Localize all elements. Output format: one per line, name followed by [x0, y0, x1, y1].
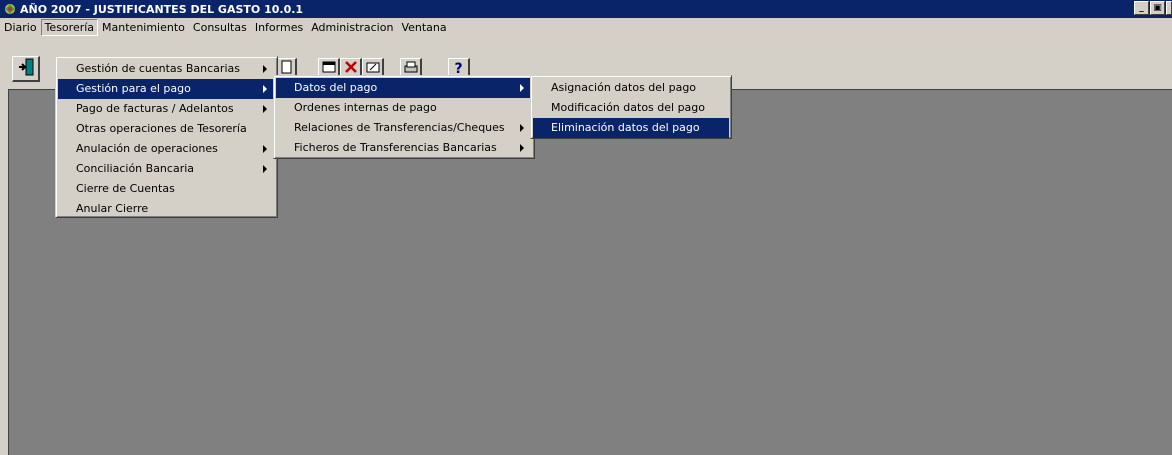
- datos-pago-submenu: Asignación datos del pago Modificación d…: [530, 75, 732, 139]
- menu-item-label: Conciliación Bancaria: [76, 162, 195, 175]
- exit-button[interactable]: [12, 56, 40, 82]
- exit-icon: [17, 58, 35, 79]
- menu-item-label: Ficheros de Transferencias Bancarias: [294, 141, 497, 154]
- menu-item-asignacion[interactable]: Asignación datos del pago: [533, 78, 729, 98]
- menu-item-datos-pago[interactable]: Datos del pago: [276, 78, 532, 98]
- submenu-arrow-icon: [520, 124, 524, 132]
- menu-item-gestion-cuentas[interactable]: Gestión de cuentas Bancarias: [58, 59, 275, 79]
- menu-mantenimiento[interactable]: Mantenimiento: [98, 19, 189, 36]
- tesoreria-dropdown: Gestión de cuentas Bancarias Gestión par…: [55, 56, 278, 218]
- maximize-button[interactable]: ▣: [1150, 1, 1165, 15]
- submenu-arrow-icon: [263, 145, 267, 153]
- maximize-icon: ▣: [1153, 2, 1162, 13]
- menu-item-label: Gestión de cuentas Bancarias: [76, 62, 240, 75]
- menu-item-otras-operaciones[interactable]: Otras operaciones de Tesorería: [58, 119, 275, 139]
- submenu-arrow-icon: [263, 105, 267, 113]
- menu-item-label: Eliminación datos del pago: [551, 121, 700, 134]
- title-bar: AÑO 2007 - JUSTIFICANTES DEL GASTO 10.0.…: [0, 0, 1172, 18]
- menu-item-anular-cierre[interactable]: Anular Cierre: [58, 199, 275, 219]
- menu-item-label: Relaciones de Transferencias/Cheques: [294, 121, 505, 134]
- minimize-icon: _: [1139, 2, 1144, 13]
- menu-item-label: Modificación datos del pago: [551, 101, 706, 114]
- menu-item-label: Gestión para el pago: [76, 82, 191, 95]
- menu-item-anulacion[interactable]: Anulación de operaciones: [58, 139, 275, 159]
- menu-item-label: Cierre de Cuentas: [76, 182, 175, 195]
- close-button[interactable]: [1166, 1, 1172, 15]
- menu-item-conciliacion[interactable]: Conciliación Bancaria: [58, 159, 275, 179]
- menu-item-ordenes-internas[interactable]: Ordenes internas de pago: [276, 98, 532, 118]
- menu-tesoreria[interactable]: Tesorería: [40, 18, 99, 36]
- menu-item-modificacion[interactable]: Modificación datos del pago: [533, 98, 729, 118]
- minimize-button[interactable]: _: [1134, 1, 1149, 15]
- menu-item-gestion-pago[interactable]: Gestión para el pago: [58, 79, 275, 99]
- menu-item-ficheros-transferencias[interactable]: Ficheros de Transferencias Bancarias: [276, 138, 532, 158]
- menu-item-label: Otras operaciones de Tesorería: [76, 122, 247, 135]
- submenu-arrow-icon: [520, 144, 524, 152]
- menu-item-label: Anulación de operaciones: [76, 142, 218, 155]
- submenu-arrow-icon: [520, 84, 524, 92]
- submenu-arrow-icon: [263, 165, 267, 173]
- submenu-arrow-icon: [263, 85, 267, 93]
- menu-item-label: Datos del pago: [294, 81, 378, 94]
- window-controls: _ ▣: [1134, 1, 1172, 15]
- menu-item-pago-facturas[interactable]: Pago de facturas / Adelantos: [58, 99, 275, 119]
- gestion-pago-submenu: Datos del pago Ordenes internas de pago …: [273, 75, 535, 159]
- menu-consultas[interactable]: Consultas: [189, 19, 251, 36]
- window-title: AÑO 2007 - JUSTIFICANTES DEL GASTO 10.0.…: [20, 2, 304, 16]
- menu-item-cierre-cuentas[interactable]: Cierre de Cuentas: [58, 179, 275, 199]
- menu-item-label: Anular Cierre: [76, 202, 149, 215]
- menu-informes[interactable]: Informes: [251, 19, 307, 36]
- submenu-arrow-icon: [263, 65, 267, 73]
- menu-item-relaciones-transferencias[interactable]: Relaciones de Transferencias/Cheques: [276, 118, 532, 138]
- app-icon[interactable]: [3, 2, 17, 16]
- menu-item-label: Asignación datos del pago: [551, 81, 697, 94]
- menu-administracion[interactable]: Administracion: [307, 19, 397, 36]
- menu-diario[interactable]: Diario: [0, 19, 41, 36]
- menu-item-eliminacion[interactable]: Eliminación datos del pago: [533, 118, 729, 138]
- menu-item-label: Ordenes internas de pago: [294, 101, 437, 114]
- menu-ventana[interactable]: Ventana: [397, 19, 450, 36]
- menu-bar: Diario Tesorería Mantenimiento Consultas…: [0, 18, 1172, 36]
- menu-item-label: Pago de facturas / Adelantos: [76, 102, 234, 115]
